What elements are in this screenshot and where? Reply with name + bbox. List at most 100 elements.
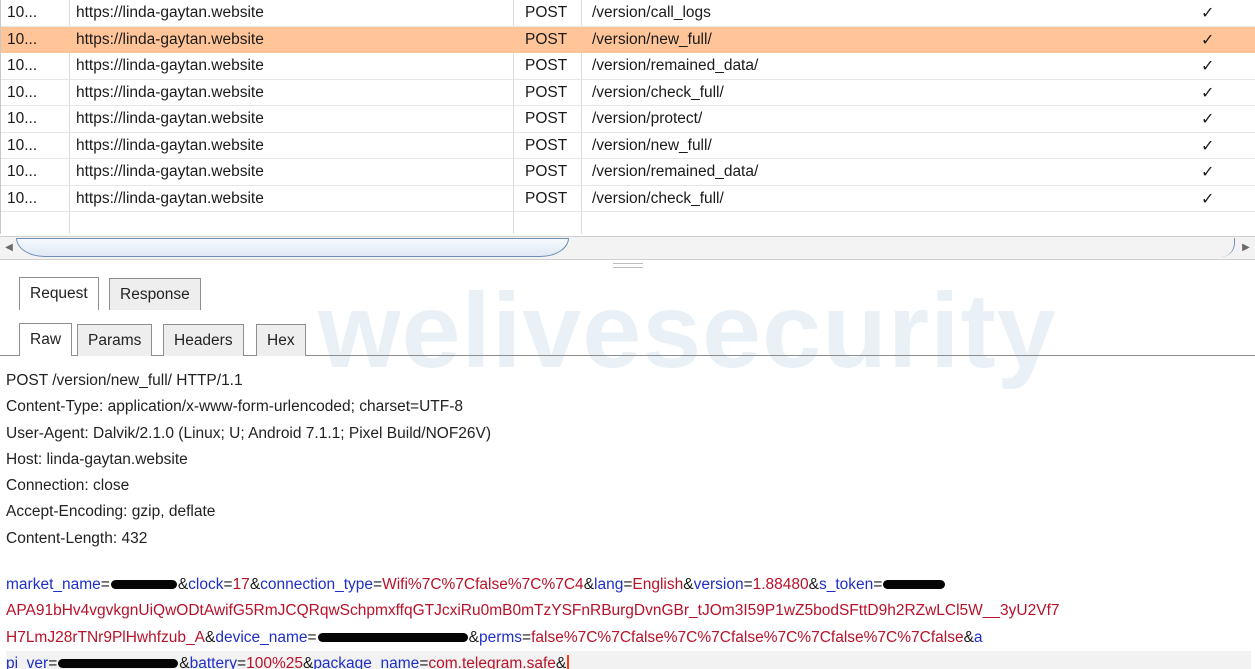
proxy-history-table: 10... https://linda-gaytan.website POST/ve…	[0, 0, 1255, 234]
tab-hex[interactable]: Hex	[256, 324, 306, 356]
table-row[interactable]: 10... https://linda-gaytan.website POST/ve…	[1, 26, 1255, 53]
row-method: POST	[525, 189, 568, 207]
param-key: pi_ver	[6, 654, 49, 669]
row-host: https://linda-gaytan.website	[76, 30, 264, 48]
checkmark-icon: ✓	[1201, 162, 1215, 181]
redaction-mark	[883, 580, 946, 590]
row-url: /version/call_logs	[592, 4, 711, 21]
row-number: 10...	[7, 30, 38, 48]
tab-headers[interactable]: Headers	[163, 324, 244, 356]
row-method: POST	[525, 30, 568, 48]
checkmark-icon: ✓	[1201, 188, 1215, 208]
param-key: market_name	[6, 576, 101, 594]
request-header-line: Host: linda-gaytan.website	[6, 450, 188, 468]
horizontal-scrollbar[interactable]: ◀ ▶	[0, 236, 1255, 260]
row-method: POST	[525, 83, 568, 101]
param-key: lang	[594, 576, 624, 594]
table-row[interactable]: 10... https://linda-gaytan.website POST/ve…	[1, 80, 1255, 106]
table-row[interactable]: 10... https://linda-gaytan.website POST/ve…	[1, 0, 1255, 27]
scrollbar-thumb[interactable]	[16, 238, 569, 257]
param-separator: &	[555, 654, 567, 669]
row-host: https://linda-gaytan.website	[76, 83, 264, 101]
request-header-line: Content-Type: application/x-www-form-url…	[6, 398, 464, 416]
param-separator: =	[237, 654, 247, 669]
row-host: https://linda-gaytan.website	[76, 189, 264, 207]
table-row[interactable]: 10... https://linda-gaytan.website POST/ve…	[1, 133, 1255, 159]
tab-response[interactable]: Response	[109, 278, 201, 310]
row-host: https://linda-gaytan.website	[76, 163, 264, 180]
header-body-separator	[6, 552, 1251, 572]
row-number: 10...	[7, 83, 38, 101]
tab-raw[interactable]: Raw	[19, 323, 73, 356]
row-url: /version/protect/	[592, 110, 703, 127]
row-number: 10...	[7, 4, 38, 21]
request-headers: POST /version/new_full/ HTTP/1.1 Content-…	[6, 368, 1251, 552]
param-separator: =	[743, 576, 753, 594]
pane-splitter-handle[interactable]	[613, 263, 643, 268]
table-row[interactable]: 10... https://linda-gaytan.website POST/ve…	[1, 106, 1255, 133]
row-number: 10...	[7, 110, 38, 127]
table-row[interactable]: 10... https://linda-gaytan.website POST/ve…	[1, 159, 1255, 186]
checkmark-icon: ✓	[1201, 135, 1215, 155]
row-number: 10...	[7, 57, 38, 74]
tab-params[interactable]: Params	[77, 324, 153, 356]
row-url: /version/remained_data/	[592, 163, 759, 180]
raw-request-editor[interactable]: POST /version/new_full/ HTTP/1.1 Content-…	[6, 368, 1251, 669]
row-url: /version/check_full/	[592, 83, 724, 101]
param-separator: =	[373, 576, 383, 594]
param-key: clock	[188, 576, 224, 594]
proxy-history-window: 10... https://linda-gaytan.website POST/ve…	[0, 0, 1255, 669]
row-method: POST	[525, 110, 568, 127]
scroll-left-icon[interactable]: ◀	[2, 240, 16, 256]
param-value: English	[632, 576, 684, 594]
param-separator: &	[963, 628, 974, 646]
checkmark-icon: ✓	[1201, 3, 1215, 22]
row-number: 10...	[7, 163, 38, 180]
param-separator: &	[205, 628, 216, 646]
param-separator: =	[307, 628, 317, 646]
request-header-line: Content-Length: 432	[6, 529, 148, 547]
param-separator: &	[683, 576, 694, 594]
param-separator: =	[223, 576, 233, 594]
param-separator: =	[100, 576, 110, 594]
param-key: connection_type	[260, 576, 374, 594]
param-separator: &	[302, 654, 314, 669]
param-separator: &	[249, 576, 261, 594]
row-host: https://linda-gaytan.website	[76, 136, 264, 154]
param-key: device_name	[215, 628, 308, 646]
param-value: false%7C%7Cfalse%7C%7Cfalse%7C%7Cfalse%7…	[531, 628, 964, 646]
row-number: 10...	[7, 136, 38, 154]
param-value: Wifi%7C%7Cfalse%7C%7C4	[382, 576, 584, 594]
param-separator: &	[177, 576, 189, 594]
row-url: /version/check_full/	[592, 189, 724, 207]
row-method: POST	[525, 4, 568, 21]
checkmark-icon: ✓	[1201, 29, 1215, 49]
request-header-line: Accept-Encoding: gzip, deflate	[6, 503, 216, 521]
param-value: 17	[232, 576, 250, 594]
row-host: https://linda-gaytan.website	[76, 110, 264, 127]
tab-request[interactable]: Request	[19, 277, 99, 310]
param-value: H7LmJ28rTNr9PlHwhfzub_A	[6, 628, 205, 646]
table-row[interactable]: 10... https://linda-gaytan.website POST/ve…	[1, 186, 1255, 212]
row-url: /version/new_full/	[592, 136, 712, 154]
param-value: 1.88480	[752, 576, 809, 594]
scroll-right-icon[interactable]: ▶	[1239, 240, 1253, 256]
param-separator: =	[48, 654, 58, 669]
param-key: s_token	[819, 576, 874, 594]
param-key: version	[693, 576, 744, 594]
row-method: POST	[525, 136, 568, 154]
param-key: a	[973, 628, 983, 646]
param-key: perms	[478, 628, 523, 646]
row-url: /version/remained_data/	[592, 57, 759, 74]
row-method: POST	[525, 163, 568, 180]
request-body[interactable]: market_name= &clock=17&connection_type=Wi…	[0, 572, 1251, 669]
request-header-line: User-Agent: Dalvik/2.1.0 (Linux; U; Andr…	[6, 424, 492, 442]
table-row[interactable]: 10... https://linda-gaytan.website POST/ve…	[1, 53, 1255, 80]
redaction-mark	[317, 633, 468, 643]
checkmark-icon: ✓	[1201, 109, 1215, 128]
redaction-mark	[58, 659, 179, 669]
request-body-line: H7LmJ28rTNr9PlHwhfzub_A&device_name= &per…	[6, 625, 1251, 651]
row-host: https://linda-gaytan.website	[76, 4, 264, 21]
param-value: 100%25	[246, 654, 303, 669]
row-number: 10...	[7, 189, 38, 207]
